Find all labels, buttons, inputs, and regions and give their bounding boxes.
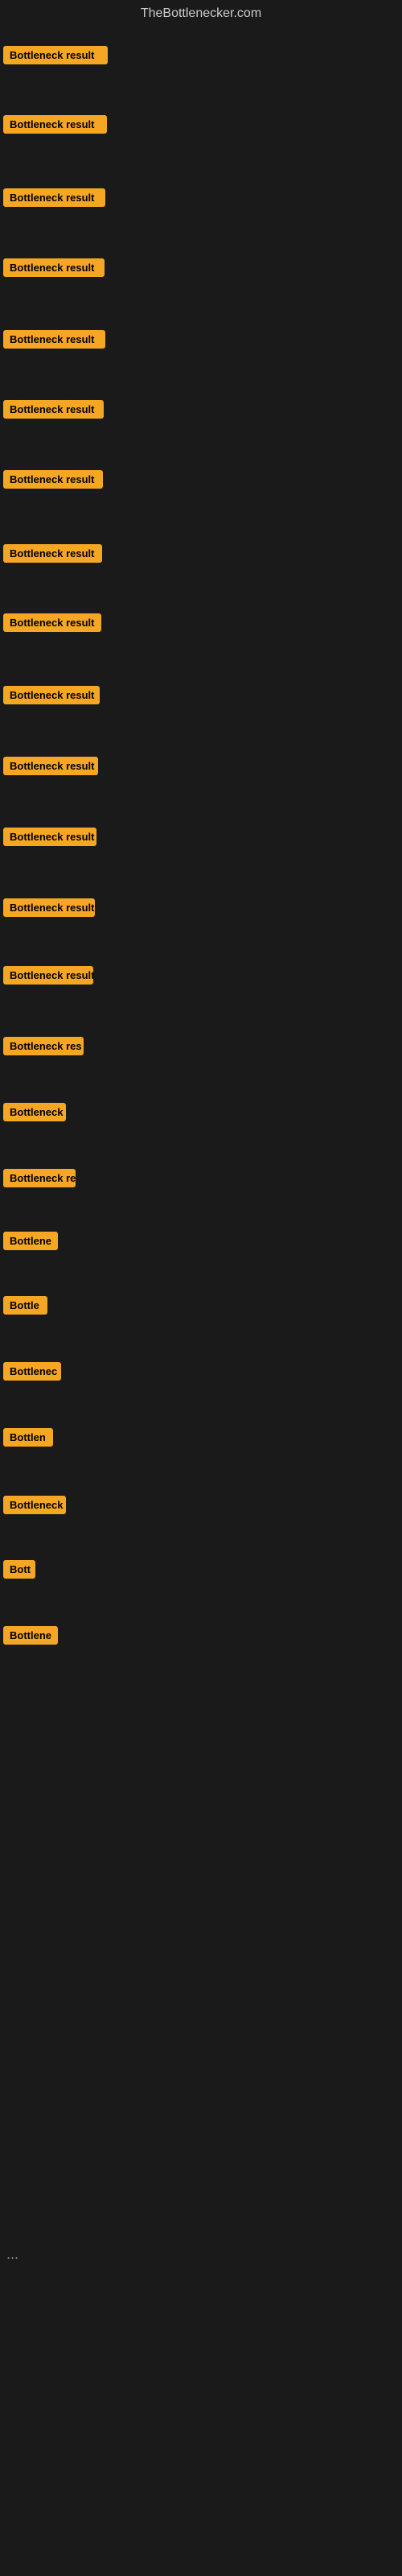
bottleneck-badge[interactable]: Bottleneck bbox=[3, 1496, 66, 1514]
bottleneck-badge[interactable]: Bottleneck result bbox=[3, 757, 98, 775]
bottleneck-badge[interactable]: Bott bbox=[3, 1560, 35, 1579]
bottleneck-badge[interactable]: Bottlene bbox=[3, 1232, 58, 1250]
bottleneck-badge[interactable]: Bottleneck result bbox=[3, 470, 103, 489]
bottleneck-row-3: Bottleneck result bbox=[3, 188, 105, 211]
main-container: TheBottlenecker.com Bottleneck result Bot… bbox=[0, 0, 402, 2576]
bottleneck-row-15: Bottleneck res bbox=[3, 1037, 84, 1059]
bottleneck-badge[interactable]: Bottleneck result bbox=[3, 258, 105, 277]
bottleneck-row-5: Bottleneck result bbox=[3, 330, 105, 353]
bottleneck-badge[interactable]: Bottleneck result bbox=[3, 544, 102, 563]
bottleneck-badge[interactable]: Bottlenec bbox=[3, 1362, 61, 1381]
bottleneck-badge[interactable]: Bottleneck result bbox=[3, 613, 101, 632]
ellipsis-marker: ... bbox=[3, 2238, 22, 2271]
bottleneck-row-21: Bottlen bbox=[3, 1428, 53, 1451]
bottleneck-row-18: Bottlene bbox=[3, 1232, 58, 1254]
bottleneck-row-24: Bottlene bbox=[3, 1626, 58, 1649]
bottleneck-row-19: Bottle bbox=[3, 1296, 47, 1319]
bottleneck-row-13: Bottleneck result bbox=[3, 898, 95, 921]
bottleneck-row-7: Bottleneck result bbox=[3, 470, 103, 493]
bottleneck-row-6: Bottleneck result bbox=[3, 400, 104, 423]
bottleneck-badge[interactable]: Bottleneck result bbox=[3, 966, 93, 985]
bottleneck-badge[interactable]: Bottlene bbox=[3, 1626, 58, 1645]
bottleneck-row-8: Bottleneck result bbox=[3, 544, 102, 567]
bottleneck-row-10: Bottleneck result bbox=[3, 686, 100, 708]
bottleneck-row-14: Bottleneck result bbox=[3, 966, 93, 989]
bottleneck-row-17: Bottleneck re bbox=[3, 1169, 76, 1191]
bottleneck-row-12: Bottleneck result bbox=[3, 828, 96, 850]
bottleneck-badge[interactable]: Bottleneck bbox=[3, 1103, 66, 1121]
bottleneck-row-22: Bottleneck bbox=[3, 1496, 66, 1518]
bottleneck-badge[interactable]: Bottleneck res bbox=[3, 1037, 84, 1055]
bottleneck-badge[interactable]: Bottleneck result bbox=[3, 400, 104, 419]
bottleneck-badge[interactable]: Bottleneck result bbox=[3, 188, 105, 207]
bottleneck-badge[interactable]: Bottleneck result bbox=[3, 46, 108, 64]
site-title: TheBottlenecker.com bbox=[0, 0, 402, 27]
bottleneck-row-11: Bottleneck result bbox=[3, 757, 98, 779]
bottleneck-badge[interactable]: Bottleneck result bbox=[3, 898, 95, 917]
bottleneck-badge[interactable]: Bottleneck result bbox=[3, 115, 107, 134]
bottleneck-row-9: Bottleneck result bbox=[3, 613, 101, 636]
bottleneck-row-23: Bott bbox=[3, 1560, 35, 1583]
bottleneck-row-20: Bottlenec bbox=[3, 1362, 61, 1385]
bottleneck-row-16: Bottleneck bbox=[3, 1103, 66, 1125]
bottleneck-row-1: Bottleneck result bbox=[3, 46, 108, 68]
bottleneck-badge[interactable]: Bottlen bbox=[3, 1428, 53, 1447]
bottleneck-badge[interactable]: Bottleneck result bbox=[3, 686, 100, 704]
bottleneck-badge[interactable]: Bottleneck re bbox=[3, 1169, 76, 1187]
bottleneck-badge[interactable]: Bottleneck result bbox=[3, 330, 105, 349]
bottleneck-row-4: Bottleneck result bbox=[3, 258, 105, 281]
bottleneck-badge[interactable]: Bottleneck result bbox=[3, 828, 96, 846]
bottleneck-badge[interactable]: Bottle bbox=[3, 1296, 47, 1315]
bottleneck-row-2: Bottleneck result bbox=[3, 115, 107, 138]
